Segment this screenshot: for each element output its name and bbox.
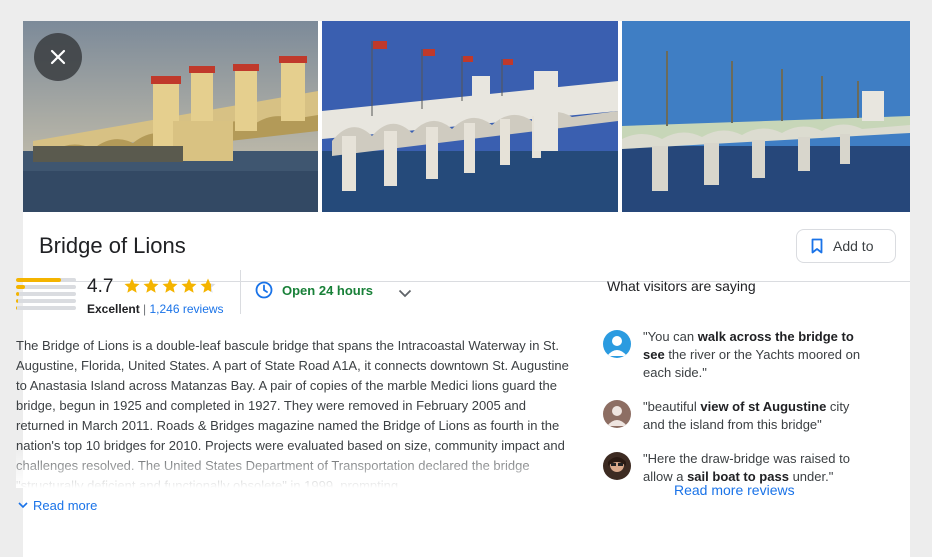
star-icon (181, 278, 197, 293)
review-text: "beautiful view of st Augustine city and… (643, 398, 871, 434)
star-icon (162, 278, 178, 293)
rating-score: 4.7 (87, 276, 114, 297)
clock-icon (255, 281, 273, 299)
hours-status[interactable]: Open 24 hours (255, 281, 373, 299)
read-more-link[interactable]: Read more (18, 498, 97, 513)
photo-3[interactable] (622, 21, 910, 212)
title-row: Bridge of Lions Add to (23, 212, 910, 282)
avatar (603, 400, 631, 428)
add-to-button[interactable]: Add to (796, 229, 896, 263)
review-text-post: under." (788, 469, 834, 484)
rating-bar-2 (16, 299, 76, 303)
review-text-pre: "You can (643, 329, 698, 344)
rating-bar-4 (16, 285, 76, 289)
rating-label: Excellent (87, 302, 140, 316)
close-button[interactable] (34, 33, 82, 81)
rating-bar-5 (16, 278, 76, 282)
photo-2[interactable] (322, 21, 618, 212)
visitors-title: What visitors are saying (607, 278, 756, 294)
star-rating (123, 277, 217, 295)
bookmark-icon (811, 238, 823, 254)
description-fade (16, 448, 571, 488)
review-highlight: view of st Augustine (700, 399, 827, 414)
photo-1[interactable] (23, 21, 318, 212)
hours-text: Open 24 hours (282, 282, 374, 298)
read-more-reviews-link[interactable]: Read more reviews (674, 482, 795, 498)
photo-strip (23, 21, 910, 212)
review-text-pre: "beautiful (643, 399, 701, 414)
chevron-down-icon (18, 502, 28, 509)
avatar (603, 452, 631, 480)
half-star-icon (200, 278, 216, 293)
review-text: "You can walk across the bridge to see t… (643, 328, 871, 382)
review-text-post: the river or the Yachts moored on each s… (643, 347, 861, 380)
rating-bar-3 (16, 292, 76, 296)
rating-summary-text: Excellent | 1,246 reviews (87, 302, 224, 316)
close-icon (50, 49, 66, 65)
rating-separator: | (139, 302, 150, 316)
place-title: Bridge of Lions (39, 233, 186, 258)
chevron-down-icon (398, 289, 412, 298)
description: The Bridge of Lions is a double-leaf bas… (16, 336, 571, 488)
star-icon (143, 278, 159, 293)
reviews-link[interactable]: 1,246 reviews (150, 302, 224, 316)
avatar (603, 330, 631, 358)
rating-bar-1 (16, 306, 76, 310)
hours-expand-button[interactable] (398, 285, 412, 303)
star-icon (124, 278, 140, 293)
read-more-label: Read more (33, 498, 98, 513)
add-to-label: Add to (833, 238, 874, 254)
divider (240, 270, 241, 314)
review-text: "Here the draw-bridge was raised to allo… (643, 450, 871, 486)
rating-distribution (16, 278, 76, 313)
